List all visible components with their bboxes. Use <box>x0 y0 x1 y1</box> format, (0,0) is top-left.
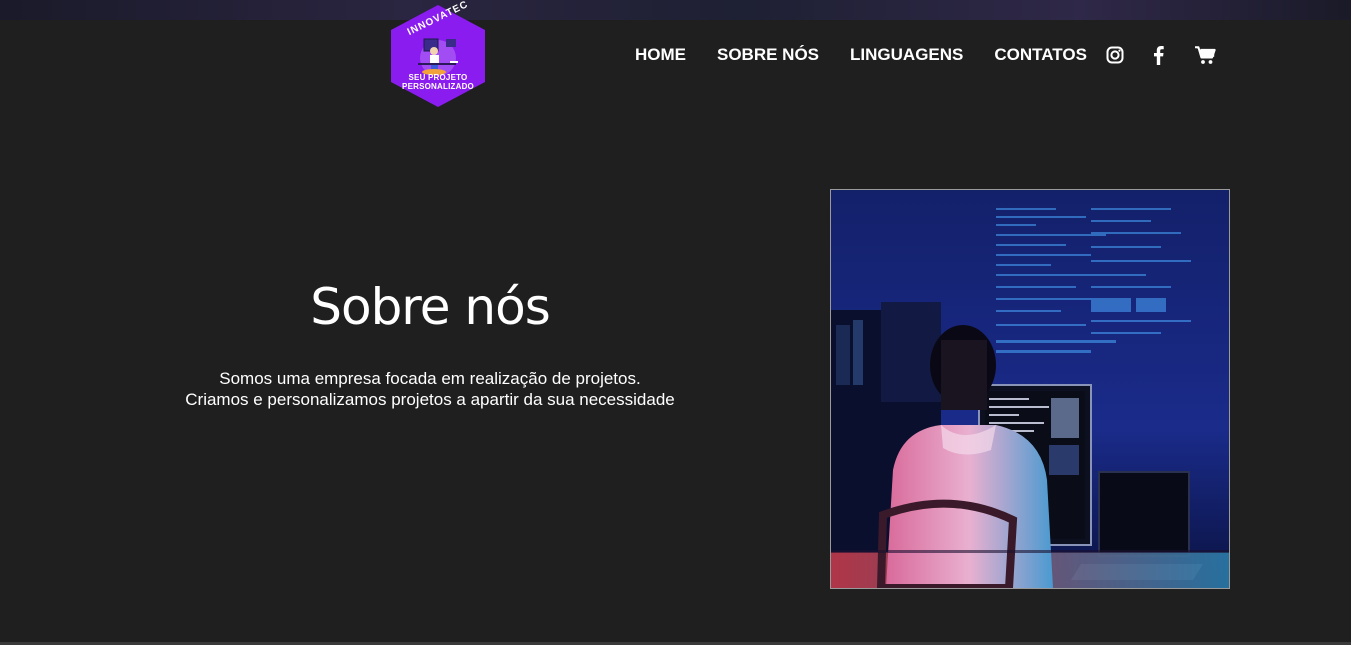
brand-logo[interactable]: INNOVATEC SEU PROJETO PERSONALIZADO <box>388 0 488 109</box>
about-line-1: Somos uma empresa focada em realização d… <box>219 369 641 388</box>
instagram-icon[interactable] <box>1104 45 1126 65</box>
about-line-2: Criamos e personalizamos projetos a apar… <box>185 390 675 409</box>
nav-link-linguagens[interactable]: LINGUAGENS <box>850 45 963 65</box>
developer-illustration <box>831 190 1229 588</box>
main-nav: HOME SOBRE NÓS LINGUAGENS CONTATOS <box>635 44 1087 66</box>
top-banner-strip <box>0 0 1351 20</box>
logo-tagline-line1: SEU PROJETO <box>408 73 468 82</box>
about-photo-developer <box>830 189 1230 589</box>
logo-tagline-line2: PERSONALIZADO <box>402 82 474 91</box>
about-title: Sobre nós <box>310 278 551 336</box>
cart-icon[interactable] <box>1193 45 1217 65</box>
facebook-icon[interactable] <box>1147 45 1169 65</box>
nav-link-contatos[interactable]: CONTATOS <box>994 45 1087 65</box>
nav-link-home[interactable]: HOME <box>635 45 686 65</box>
nav-link-sobre-nos[interactable]: SOBRE NÓS <box>717 45 819 65</box>
about-description: Somos uma empresa focada em realização d… <box>120 368 740 410</box>
